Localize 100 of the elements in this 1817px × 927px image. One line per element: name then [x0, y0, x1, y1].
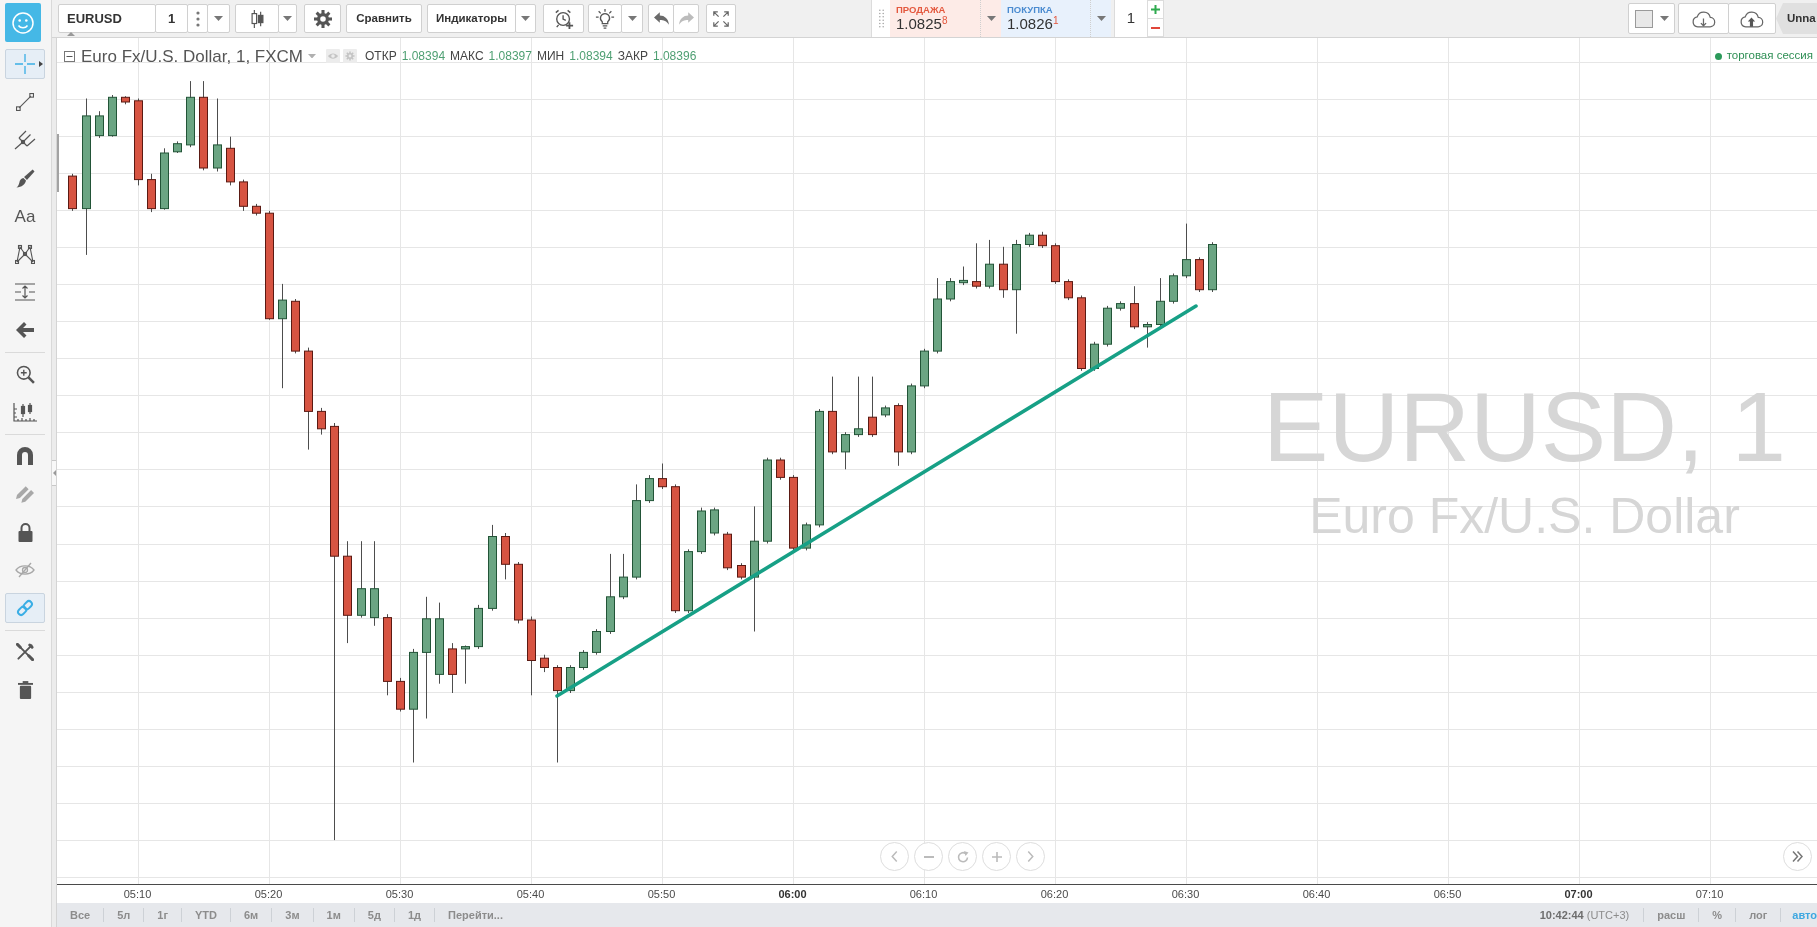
- text-tool-button[interactable]: Aa: [5, 201, 45, 231]
- minus-icon: [1151, 26, 1160, 29]
- decrease-button[interactable]: [1147, 18, 1164, 37]
- zoom-in-icon: [15, 364, 35, 384]
- range-button[interactable]: 1д: [394, 903, 434, 927]
- undo-icon: [653, 12, 669, 25]
- drag-handle[interactable]: [871, 0, 890, 37]
- scroll-to-latest-button[interactable]: [1783, 842, 1812, 871]
- legend-label: МАКС: [450, 50, 484, 62]
- range-button[interactable]: Все: [57, 903, 104, 927]
- time-axis-label: 06:00: [778, 888, 807, 900]
- save-layout-button[interactable]: [1728, 3, 1776, 34]
- symbol-menu-button[interactable]: [207, 4, 230, 33]
- sidebar-collapse-handle[interactable]: [52, 460, 56, 486]
- scale-option-button[interactable]: лог: [1736, 903, 1781, 927]
- caret-right-icon[interactable]: [39, 61, 43, 67]
- buy-menu-button[interactable]: [1090, 0, 1111, 37]
- expand-icon: [713, 10, 729, 27]
- dots-vertical-icon: [195, 10, 200, 27]
- time-axis-label: 06:20: [1040, 888, 1069, 900]
- range-button[interactable]: 5д: [354, 903, 394, 927]
- caret-down-icon: [214, 16, 223, 21]
- range-button[interactable]: 6м: [231, 903, 272, 927]
- settings-button[interactable]: [304, 4, 341, 33]
- time-axis-label: 06:10: [909, 888, 938, 900]
- cloud-download-icon: [1691, 9, 1716, 28]
- caret-down-icon: [1096, 16, 1106, 21]
- load-layout-button[interactable]: [1678, 3, 1729, 34]
- interval-button[interactable]: 1: [155, 4, 188, 33]
- range-button[interactable]: 1г: [144, 903, 181, 927]
- minus-icon: [923, 855, 934, 858]
- legend-label: МИН: [537, 50, 565, 62]
- goto-button[interactable]: Перейти...: [435, 903, 516, 927]
- time-axis-label: 07:10: [1695, 888, 1724, 900]
- caret-down-icon: [283, 16, 292, 21]
- buy-button[interactable]: ПОКУПКА 1.0826$^{1}$: [1001, 0, 1090, 37]
- pattern-icon: [15, 244, 35, 264]
- sell-menu-button[interactable]: [980, 0, 1001, 37]
- redo-icon: [678, 12, 694, 25]
- legend-value: 1.08396: [652, 50, 697, 62]
- scale-option-button[interactable]: %: [1699, 903, 1736, 927]
- cloud-upload-icon: [1740, 9, 1764, 28]
- brush-icon: [15, 168, 35, 188]
- link-icon: [16, 599, 34, 617]
- lightbulb-icon: [595, 8, 615, 29]
- pitchfork-icon: [14, 130, 36, 150]
- sell-button[interactable]: ПРОДАЖА 1.0825$^{8}$: [890, 0, 980, 37]
- legend-label: ЗАКР: [617, 50, 648, 62]
- color-button[interactable]: [1628, 3, 1675, 34]
- trash-icon: [17, 681, 33, 699]
- chart-type-button[interactable]: [235, 4, 279, 33]
- scale-option-button[interactable]: расш: [1644, 903, 1699, 927]
- legend-title: Euro Fx/U.S. Dollar, 1, FXCM: [81, 47, 303, 65]
- clock-text: 10:42:44 (UTC+3): [1539, 907, 1630, 923]
- legend-value: 1.08394: [569, 50, 613, 62]
- arrow-left-icon: [16, 322, 34, 338]
- time-axis-label: 06:30: [1171, 888, 1200, 900]
- session-label: торговая сессия: [1726, 50, 1813, 62]
- smiley-menu-button[interactable]: [5, 3, 41, 42]
- layout-name-tab[interactable]: Unna: [1776, 3, 1817, 34]
- minus-square-icon[interactable]: [64, 50, 75, 62]
- range-button[interactable]: 1м: [313, 903, 354, 927]
- grip-icon: [878, 9, 884, 28]
- alarm-clock-icon: [553, 8, 574, 29]
- compare-button[interactable]: Сравнить: [346, 4, 422, 33]
- crosshair-icon: [15, 54, 35, 74]
- caret-down-icon: [627, 16, 637, 21]
- legend-label: ОТКР: [365, 50, 397, 62]
- eye-slash-icon: [15, 562, 35, 578]
- time-axis-label: 05:10: [123, 888, 152, 900]
- double-chevron-right-icon: [1792, 851, 1803, 862]
- smiley-icon: [12, 11, 34, 34]
- ideas-menu-button[interactable]: [621, 4, 643, 33]
- lock-icon: [17, 522, 33, 542]
- caret-down-icon: [986, 16, 996, 21]
- symbol-field[interactable]: EURUSD: [58, 4, 156, 33]
- time-axis-label: 06:40: [1302, 888, 1331, 900]
- indicators-button[interactable]: Индикаторы: [427, 4, 516, 33]
- ruler-icon: [13, 402, 37, 422]
- gear-icon: [313, 9, 332, 28]
- ideas-button[interactable]: [588, 4, 622, 33]
- fullscreen-button[interactable]: [706, 4, 736, 33]
- legend-value: 1.08397: [488, 50, 532, 62]
- refresh-icon: [956, 850, 969, 863]
- pencils-icon: [16, 485, 34, 503]
- line-icon: [16, 93, 34, 111]
- chevron-right-icon: [1027, 851, 1034, 862]
- scale-option-button[interactable]: авто: [1781, 903, 1817, 927]
- range-button[interactable]: YTD: [182, 903, 230, 927]
- time-axis-label: 05:30: [385, 888, 414, 900]
- time-axis-label: 07:00: [1564, 888, 1593, 900]
- chart-type-menu-button[interactable]: [278, 4, 297, 33]
- quantity-field[interactable]: 1: [1114, 0, 1148, 37]
- undo-button[interactable]: [648, 4, 674, 33]
- chevron-left-icon: [891, 851, 898, 862]
- plus-icon: [1151, 5, 1160, 14]
- range-button[interactable]: 5л: [104, 903, 144, 927]
- alert-button[interactable]: [543, 4, 584, 33]
- range-button[interactable]: 3м: [272, 903, 313, 927]
- indicators-menu-button[interactable]: [515, 4, 536, 33]
